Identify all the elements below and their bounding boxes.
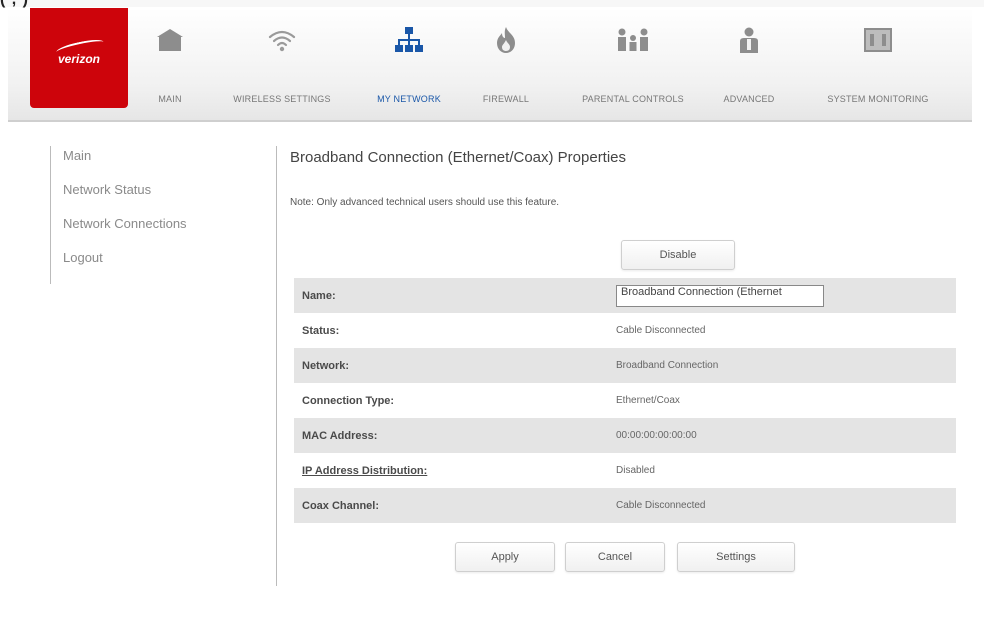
- nav-label: MY NETWORK: [377, 94, 441, 104]
- advanced-user-note: Note: Only advanced technical users shou…: [290, 197, 560, 208]
- nav-item-firewall[interactable]: FIREWALL: [476, 16, 536, 116]
- nav-item-parental-controls[interactable]: PARENTAL CONTROLS: [570, 16, 696, 116]
- property-label: Connection Type:: [302, 394, 395, 407]
- nav-label: SYSTEM MONITORING: [827, 94, 929, 104]
- property-label: Network:: [302, 359, 350, 372]
- property-label: MAC Address:: [302, 429, 378, 442]
- router-admin-page: ( , ) verizon MAIN WIRELESS SETTINGS MY …: [0, 0, 984, 638]
- property-value: Disabled: [616, 465, 655, 476]
- property-row-mac-address: MAC Address: 00:00:00:00:00:00: [294, 418, 956, 453]
- property-value: Cable Disconnected: [616, 325, 706, 336]
- cropped-header-strip: ( , ): [0, 0, 984, 8]
- sidebar-menu: Main Network Status Network Connections …: [50, 146, 240, 284]
- monitor-icon: [858, 20, 898, 60]
- nav-item-my-network[interactable]: MY NETWORK: [364, 16, 454, 116]
- connection-name-input[interactable]: Broadband Connection (Ethernet: [616, 284, 824, 307]
- property-value: 00:00:00:00:00:00: [616, 430, 697, 441]
- home-icon: [150, 20, 190, 60]
- properties-table: Name: Broadband Connection (Ethernet Sta…: [294, 278, 956, 523]
- flame-icon: [486, 20, 526, 60]
- property-label: Name:: [302, 289, 336, 302]
- nav-label: FIREWALL: [482, 94, 530, 104]
- property-row-network: Network: Broadband Connection: [294, 348, 956, 383]
- settings-button[interactable]: Settings: [677, 542, 795, 572]
- logo-text: verizon: [57, 52, 100, 66]
- network-icon: [389, 20, 429, 60]
- disable-button[interactable]: Disable: [621, 240, 735, 270]
- family-icon: [613, 20, 653, 60]
- nav-item-main[interactable]: MAIN: [140, 16, 200, 116]
- property-label: Status:: [302, 324, 340, 337]
- top-navigation-bar: verizon MAIN WIRELESS SETTINGS MY NETWOR…: [8, 8, 972, 122]
- property-row-connection-type: Connection Type: Ethernet/Coax: [294, 383, 956, 418]
- property-value: Ethernet/Coax: [616, 395, 680, 406]
- sidebar-item-logout[interactable]: Logout: [63, 248, 240, 282]
- property-row-coax-channel: Coax Channel: Cable Disconnected: [294, 488, 956, 523]
- apply-button[interactable]: Apply: [455, 542, 555, 572]
- cancel-button[interactable]: Cancel: [565, 542, 665, 572]
- page-title: Broadband Connection (Ethernet/Coax) Pro…: [290, 149, 627, 166]
- nav-item-advanced[interactable]: ADVANCED: [714, 16, 784, 116]
- property-value: Broadband Connection: [616, 360, 719, 371]
- advanced-user-icon: [729, 20, 769, 60]
- property-label: Coax Channel:: [302, 499, 380, 512]
- property-value: Cable Disconnected: [616, 500, 706, 511]
- nav-label: PARENTAL CONTROLS: [582, 94, 684, 104]
- sidebar-item-network-status[interactable]: Network Status: [63, 180, 240, 214]
- nav-label: MAIN: [158, 94, 182, 104]
- nav-label: ADVANCED: [723, 94, 775, 104]
- sidebar-item-main[interactable]: Main: [63, 146, 240, 180]
- property-row-name: Name: Broadband Connection (Ethernet: [294, 278, 956, 313]
- property-row-status: Status: Cable Disconnected: [294, 313, 956, 348]
- wifi-icon: [262, 20, 302, 60]
- verizon-logo[interactable]: verizon: [30, 8, 128, 108]
- sidebar-item-network-connections[interactable]: Network Connections: [63, 214, 240, 248]
- property-row-ip-address-distribution: IP Address Distribution: Disabled: [294, 453, 956, 488]
- nav-item-wireless-settings[interactable]: WIRELESS SETTINGS: [222, 16, 342, 116]
- nav-item-system-monitoring[interactable]: SYSTEM MONITORING: [810, 16, 946, 116]
- ip-address-distribution-link[interactable]: IP Address Distribution:: [294, 465, 616, 477]
- nav-label: WIRELESS SETTINGS: [233, 94, 331, 104]
- content-divider: [276, 146, 277, 586]
